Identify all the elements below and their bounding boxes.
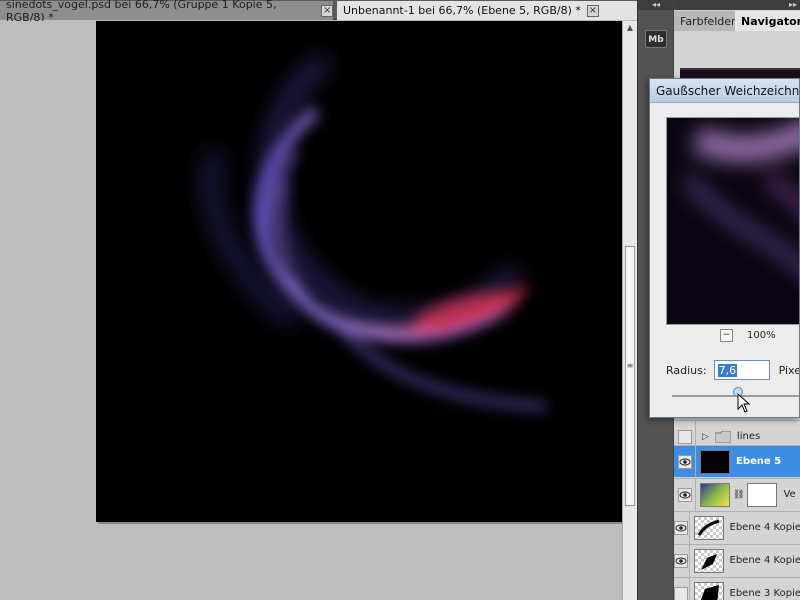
dialog-title[interactable]: Gaußscher Weichzeichner (650, 79, 799, 103)
layer-thumbnail (700, 449, 730, 474)
expand-panels-icon[interactable]: ▸▸ (674, 0, 800, 10)
layer-name: Ebene 3 Kopie (729, 588, 800, 599)
visibility-toggle[interactable] (674, 544, 690, 577)
tab-navigator[interactable]: Navigator (735, 11, 800, 31)
visibility-toggle[interactable] (674, 577, 690, 600)
radius-input[interactable]: 7,6 (713, 360, 770, 380)
layer-thumbnail (693, 548, 724, 573)
hidden-eye-icon (677, 429, 692, 444)
tab-farbfelder[interactable]: Farbfelder (674, 11, 743, 31)
hidden-eye-icon (674, 586, 689, 600)
blurred-light-strokes-artwork (202, 55, 547, 411)
zoom-out-button[interactable]: − (720, 329, 733, 342)
layer-row-ebene-3-kopie[interactable]: Ebene 3 Kopie (674, 577, 800, 600)
gaussian-blur-dialog: Gaußscher Weichzeichner − 100% Radius: 7… (649, 78, 800, 418)
preview-image (681, 122, 799, 273)
tab-label: sinedots_vogel.psd bei 66,7% (Gruppe 1 K… (6, 0, 277, 24)
scrollbar-thumb[interactable] (625, 246, 635, 506)
vertical-scrollbar[interactable]: ▲ ≡ (622, 21, 637, 600)
eye-icon (674, 553, 689, 568)
radius-value: 7,6 (717, 363, 738, 377)
link-icon: ⛓ (733, 489, 745, 500)
layer-thumbnail (693, 581, 724, 600)
zoom-level: 100% (747, 330, 776, 341)
preview-zoom-controls: − 100% (720, 329, 776, 342)
scroll-up-icon[interactable]: ▲ (624, 23, 636, 35)
mouse-cursor-icon (737, 393, 751, 413)
radius-label: Radius: (666, 363, 707, 377)
layer-row-ebene-4-kopie-2[interactable]: Ebene 4 Kopie (674, 544, 800, 577)
visibility-toggle[interactable] (674, 445, 696, 478)
eye-icon (677, 454, 692, 469)
folder-icon (714, 430, 731, 443)
document-tab-unbenannt[interactable]: Unbenannt-1 bei 66,7% (Ebene 5, RGB/8) *… (337, 1, 637, 20)
layer-mask-thumbnail (747, 482, 778, 507)
close-tab-icon[interactable]: × (586, 4, 599, 17)
layer-name: Ebene 5 (736, 456, 782, 467)
layer-name: Ebene 4 Kopie (729, 555, 800, 566)
tab-label: Unbenannt-1 bei 66,7% (Ebene 5, RGB/8) * (343, 4, 581, 17)
close-tab-icon[interactable]: × (321, 4, 333, 17)
canvas-workspace[interactable] (0, 21, 622, 600)
gradient-map-thumbnail (700, 482, 730, 507)
radius-row: Radius: 7,6 Pixel (666, 360, 799, 380)
layer-row-adjustment[interactable]: ⛓ Ve (674, 478, 800, 511)
visibility-toggle[interactable] (674, 478, 696, 511)
document-tab-sinedots[interactable]: sinedots_vogel.psd bei 66,7% (Gruppe 1 K… (0, 0, 333, 24)
visibility-toggle[interactable] (674, 511, 690, 544)
document-tab-bar: sinedots_vogel.psd bei 66,7% (Gruppe 1 K… (0, 0, 637, 24)
mini-bridge-icon[interactable]: Mb (645, 30, 667, 48)
layer-name: Ve (783, 489, 796, 500)
layer-row-ebene-4-kopie[interactable]: Ebene 4 Kopie (674, 511, 800, 544)
scroll-grip-icon: ≡ (626, 361, 634, 370)
collapse-panels-icon[interactable]: ◂◂ (638, 0, 674, 10)
eye-icon (677, 487, 692, 502)
document-canvas[interactable] (96, 21, 622, 522)
group-expand-icon[interactable]: ▷ (702, 432, 709, 442)
eye-icon (674, 520, 689, 535)
layer-name: lines (736, 431, 761, 442)
layer-name: Ebene 4 Kopie (729, 522, 800, 533)
radius-unit: Pixel (778, 363, 799, 377)
layer-row-ebene-5[interactable]: Ebene 5 (674, 445, 800, 478)
blur-preview[interactable] (666, 117, 799, 325)
layer-thumbnail (693, 515, 724, 540)
layers-panel: ▷ lines Ebene 5 ⛓ Ve Ebene 4 Kopie Ebene… (674, 420, 800, 600)
